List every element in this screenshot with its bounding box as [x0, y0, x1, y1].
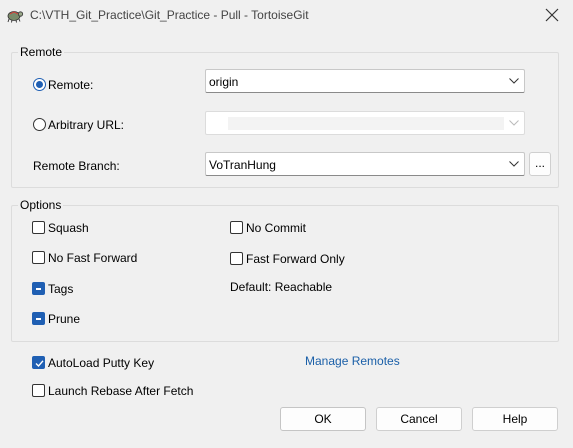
default-reachable-label: Default: Reachable: [230, 280, 333, 294]
title-bar: C:\VTH_Git_Practice\Git_Practice - Pull …: [0, 0, 573, 30]
tags-label[interactable]: Tags: [48, 282, 73, 296]
autoload-putty-checkbox[interactable]: [32, 356, 45, 369]
remote-combo-value: origin: [209, 75, 239, 89]
chevron-down-icon: [509, 120, 519, 126]
close-button[interactable]: [533, 0, 573, 30]
manage-remotes-link[interactable]: Manage Remotes: [305, 354, 400, 368]
tags-checkbox[interactable]: [32, 282, 45, 295]
arbitrary-url-field: [228, 117, 504, 130]
close-icon: [545, 8, 559, 22]
squash-label[interactable]: Squash: [48, 221, 89, 235]
chevron-down-icon: [509, 78, 519, 84]
autoload-putty-label[interactable]: AutoLoad Putty Key: [48, 356, 154, 370]
prune-checkbox[interactable]: [32, 312, 45, 325]
arbitrary-url-radio[interactable]: [33, 118, 46, 131]
help-button[interactable]: Help: [472, 407, 558, 431]
tortoisegit-icon: [6, 7, 24, 23]
cancel-button[interactable]: Cancel: [376, 407, 462, 431]
remote-group-label: Remote: [18, 45, 65, 59]
launch-rebase-label[interactable]: Launch Rebase After Fetch: [48, 384, 193, 398]
ok-button[interactable]: OK: [280, 407, 366, 431]
fast-forward-only-checkbox[interactable]: [230, 252, 243, 265]
arbitrary-url-combo[interactable]: [205, 111, 525, 135]
prune-label[interactable]: Prune: [48, 312, 80, 326]
squash-checkbox[interactable]: [32, 221, 45, 234]
remote-branch-value: VoTranHung: [209, 158, 276, 172]
remote-branch-combo[interactable]: VoTranHung: [205, 152, 525, 176]
window-title: C:\VTH_Git_Practice\Git_Practice - Pull …: [30, 8, 309, 22]
no-commit-label[interactable]: No Commit: [246, 221, 306, 235]
no-commit-checkbox[interactable]: [230, 221, 243, 234]
arbitrary-url-label[interactable]: Arbitrary URL:: [48, 118, 124, 132]
checkmark-icon: [35, 360, 44, 368]
launch-rebase-checkbox[interactable]: [32, 384, 45, 397]
no-fast-forward-checkbox[interactable]: [32, 251, 45, 264]
options-group-label: Options: [18, 198, 64, 212]
remote-radio-label[interactable]: Remote:: [48, 78, 93, 92]
no-fast-forward-label[interactable]: No Fast Forward: [48, 251, 137, 265]
browse-branch-button[interactable]: ...: [529, 152, 551, 176]
chevron-down-icon: [509, 161, 519, 167]
fast-forward-only-label[interactable]: Fast Forward Only: [246, 252, 345, 266]
remote-radio[interactable]: [33, 78, 46, 91]
remote-branch-label: Remote Branch:: [33, 159, 120, 173]
remote-combo[interactable]: origin: [205, 69, 525, 93]
